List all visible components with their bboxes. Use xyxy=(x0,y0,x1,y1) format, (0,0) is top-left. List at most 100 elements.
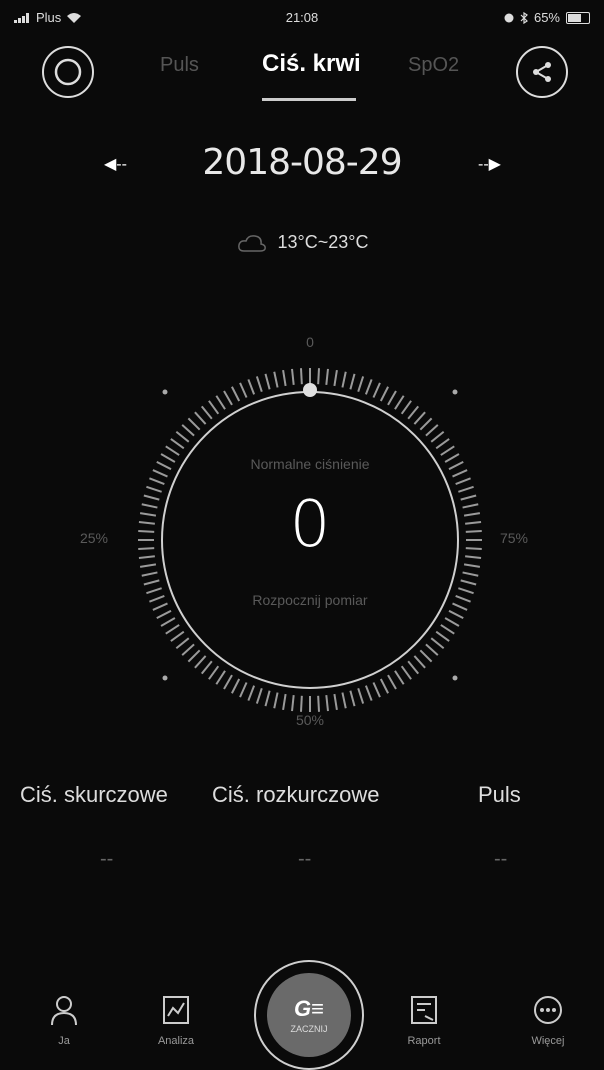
gauge-tick xyxy=(247,379,256,395)
gauge-corner-dot xyxy=(452,389,458,395)
gauge-tick xyxy=(215,395,226,410)
weather-row: 13°C~23°C xyxy=(0,232,604,253)
battery-percent: 65% xyxy=(533,10,560,25)
gauge-tick xyxy=(138,521,155,525)
gauge-tick xyxy=(357,688,365,704)
gauge-tick xyxy=(379,386,389,402)
start-measure-button[interactable]: G≡ ZACZNIJ xyxy=(254,960,364,1070)
gauge-tick xyxy=(419,417,433,431)
gauge-tick xyxy=(444,617,460,627)
gauge-tick xyxy=(181,424,195,437)
gauge-tick xyxy=(465,529,482,533)
gauge-tick xyxy=(458,587,474,595)
gauge-tick xyxy=(239,682,248,698)
gauge-tick xyxy=(187,417,201,431)
nav-raport-label: Raport xyxy=(407,1035,441,1047)
tab-blood-pressure[interactable]: Ciś. krwi xyxy=(262,50,361,78)
gauge-tick xyxy=(255,376,263,392)
nav-ja-label: Ja xyxy=(58,1035,70,1047)
gauge-tick xyxy=(394,395,405,410)
pulse-label: Puls xyxy=(478,782,521,807)
gauge-tick xyxy=(146,587,162,595)
gauge-tick xyxy=(299,368,303,385)
tab-puls[interactable]: Puls xyxy=(160,54,199,77)
gauge-tick xyxy=(349,690,356,707)
gauge-tick xyxy=(394,670,405,685)
gauge-tick xyxy=(208,400,220,415)
gauge-tick xyxy=(407,405,420,420)
gauge-indicator-dot xyxy=(303,383,317,397)
gauge-tick xyxy=(463,512,481,517)
gauge-tick xyxy=(165,445,180,456)
gauge-tick xyxy=(273,692,279,709)
brand-logo: G≡ xyxy=(294,996,324,1021)
gauge-tick xyxy=(138,529,155,533)
gauge-tick xyxy=(435,438,450,450)
gauge-tick xyxy=(291,695,295,712)
gauge-tick xyxy=(430,637,445,650)
active-tab-indicator xyxy=(262,98,356,101)
gauge-corner-dot xyxy=(162,389,168,395)
alarm-icon xyxy=(504,13,514,22)
gauge-tick xyxy=(146,485,162,493)
ring-button[interactable] xyxy=(42,46,94,98)
gauge-tick xyxy=(465,521,482,525)
gauge-tick xyxy=(400,665,412,680)
bluetooth-icon xyxy=(520,11,528,24)
share-button[interactable] xyxy=(516,46,568,98)
gauge-tick xyxy=(425,643,439,656)
gauge-tick xyxy=(448,609,464,619)
gauge-tick xyxy=(264,373,271,390)
gauge-tick xyxy=(138,555,155,559)
current-date: 2018-08-29 xyxy=(202,142,402,183)
gauge-tick xyxy=(333,369,338,387)
gauge-tick xyxy=(458,485,474,493)
gauge-tick xyxy=(372,382,381,398)
arrow-right-icon: --▶ xyxy=(478,156,501,173)
nav-analiza[interactable]: Analiza xyxy=(136,994,216,1047)
temperature-range: 13°C~23°C xyxy=(277,232,369,252)
nav-raport[interactable]: Raport xyxy=(384,994,464,1047)
gauge-tick xyxy=(194,655,207,669)
share-icon xyxy=(533,62,551,82)
gauge-tick xyxy=(141,571,158,577)
gauge-tick xyxy=(372,682,381,698)
gauge-tick xyxy=(349,373,356,390)
nav-ja[interactable]: Ja xyxy=(24,994,104,1047)
gauge-tick xyxy=(200,660,213,675)
next-date-button[interactable]: --▶ xyxy=(478,154,501,174)
gauge-tick xyxy=(165,624,180,635)
gauge-tick xyxy=(152,602,168,611)
gauge-tick xyxy=(170,438,185,450)
gauge-tick xyxy=(463,563,481,568)
gauge-tick xyxy=(435,630,450,642)
nav-wiecej[interactable]: Więcej xyxy=(508,994,588,1047)
diastolic-value: -- xyxy=(298,848,312,870)
blood-pressure-gauge: 0 25% 75% 50% Normalne ciśnienie 0 Rozpo… xyxy=(80,330,528,750)
gauge-tick xyxy=(160,453,176,463)
gauge-tick xyxy=(460,579,477,586)
gauge-tick xyxy=(194,411,207,425)
gauge-tick xyxy=(143,579,160,586)
gauge-tick xyxy=(325,368,329,385)
gauge-tick xyxy=(200,405,213,420)
gauge-tick xyxy=(465,547,482,551)
gauge-tick xyxy=(231,678,241,694)
gauge-tick xyxy=(138,547,155,551)
gauge-tick xyxy=(141,503,158,509)
gauge-tick xyxy=(175,430,190,443)
gauge-tick xyxy=(364,379,373,395)
chart-icon xyxy=(163,996,189,1024)
tab-spo2[interactable]: SpO2 xyxy=(408,54,459,77)
gauge-tick xyxy=(223,674,233,690)
start-measure-inner: G≡ ZACZNIJ xyxy=(267,973,351,1057)
battery-icon xyxy=(566,11,590,24)
gauge-tick xyxy=(187,649,201,663)
gauge-tick xyxy=(143,494,160,501)
gauge-tick xyxy=(452,602,468,611)
gauge-tick xyxy=(264,690,271,707)
gauge-tick xyxy=(452,469,468,478)
gauge-tick xyxy=(440,445,455,456)
gauge-tick xyxy=(223,390,233,406)
more-icon xyxy=(534,996,562,1024)
